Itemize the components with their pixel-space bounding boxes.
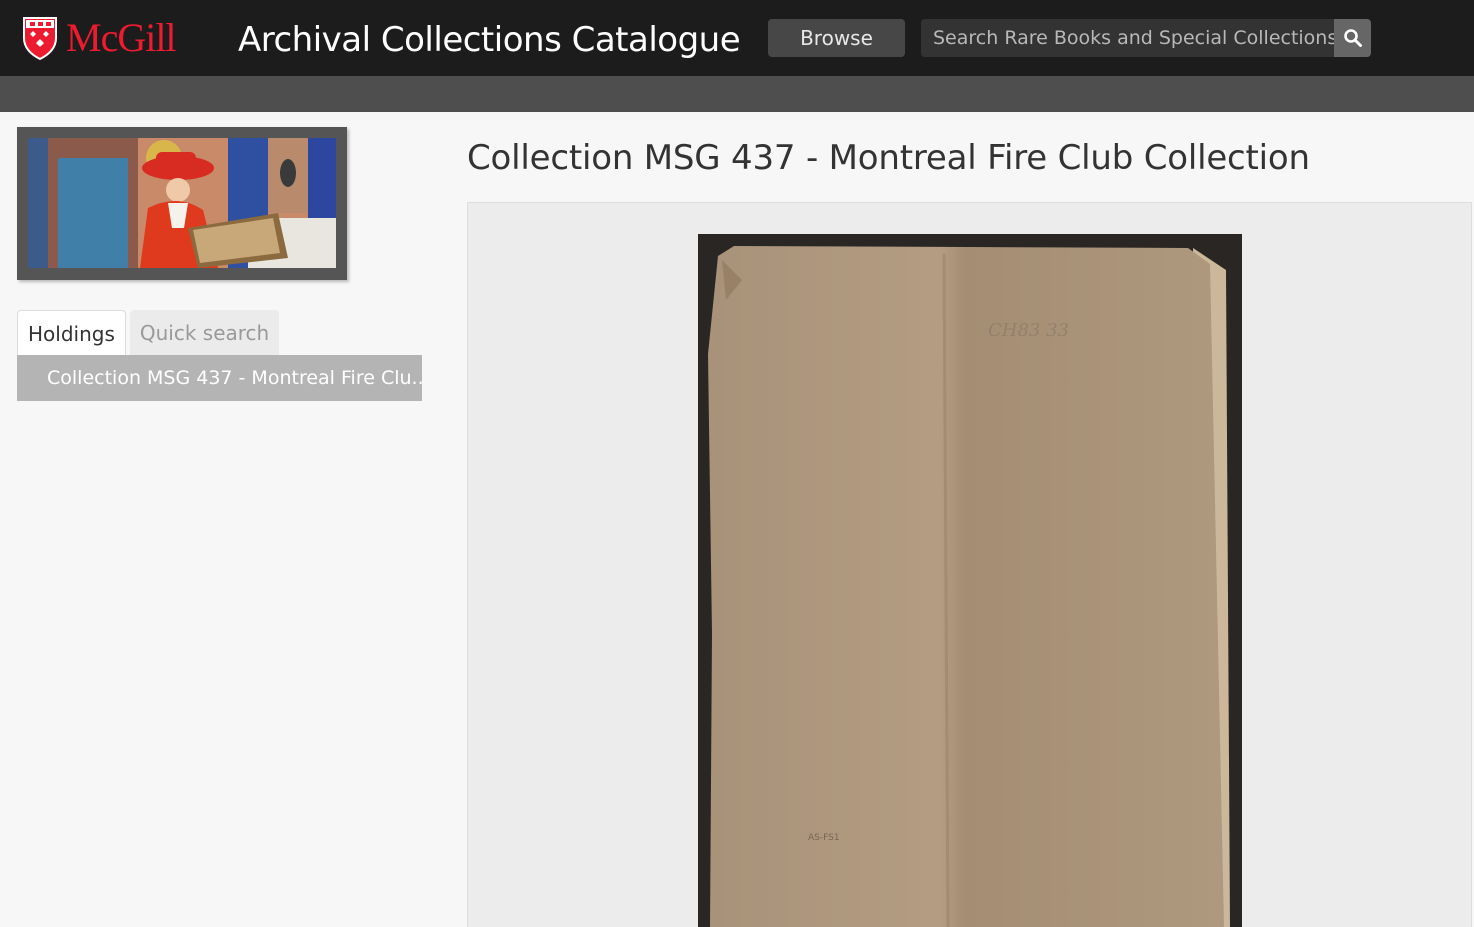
sidebar-tabs: Holdings Quick search <box>17 310 280 356</box>
site-header: McGill Archival Collections Catalogue Br… <box>0 0 1474 76</box>
tab-holdings[interactable]: Holdings <box>17 310 126 356</box>
page-title: Collection MSG 437 - Montreal Fire Club … <box>467 138 1310 178</box>
search-input[interactable] <box>921 19 1334 57</box>
holdings-tree-item[interactable]: Collection MSG 437 - Montreal Fire Clu..… <box>17 355 422 401</box>
illuminated-manuscript-image <box>28 138 336 268</box>
mcgill-shield-icon <box>23 17 57 60</box>
logo-text: McGill <box>66 15 177 60</box>
mcgill-logo-link[interactable]: McGill <box>22 15 177 60</box>
site-title[interactable]: Archival Collections Catalogue <box>238 18 741 62</box>
browse-button[interactable]: Browse <box>768 19 905 57</box>
magnifier-icon <box>1343 29 1362 47</box>
sub-navigation-bar <box>0 76 1474 112</box>
sidebar-banner-image <box>17 127 347 280</box>
search-box <box>921 19 1371 57</box>
digital-object-viewer: CH83 33 AS-FS1 <box>467 202 1472 927</box>
notebook-cover-image: CH83 33 AS-FS1 <box>708 246 1230 927</box>
svg-text:CH83 33: CH83 33 <box>988 320 1069 341</box>
svg-text:AS-FS1: AS-FS1 <box>808 833 840 843</box>
tab-quick-search[interactable]: Quick search <box>129 310 280 356</box>
search-button[interactable] <box>1334 19 1371 57</box>
digital-object-image[interactable]: CH83 33 AS-FS1 <box>698 234 1242 927</box>
